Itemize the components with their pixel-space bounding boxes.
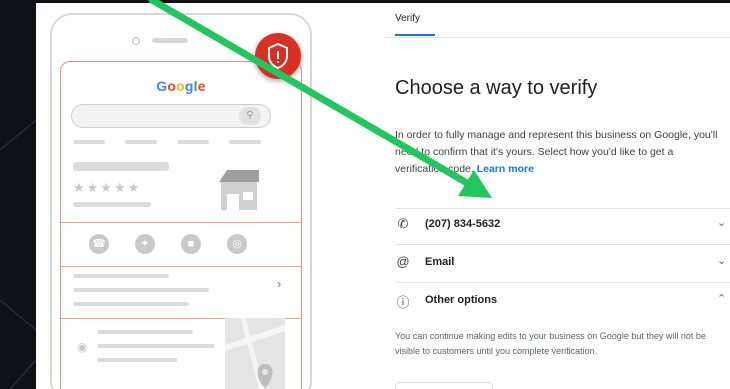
active-tab-indicator	[395, 34, 435, 36]
option-phone[interactable]: ✆ (207) 834-5632 ⌄	[395, 210, 730, 240]
mock-business-name	[73, 162, 169, 171]
intro-text: In order to fully manage and represent t…	[395, 127, 725, 178]
mock-text-line	[73, 274, 169, 278]
mock-text-line	[73, 288, 209, 292]
page-title: Choose a way to verify	[395, 77, 598, 99]
intro-body: In order to fully manage and represent t…	[395, 129, 718, 175]
verification-screen: Google ⚲ ★★★★★ ☎ ✦ ■ ◎ › ◉ Verify Choose…	[36, 3, 730, 389]
option-email-label: Email	[425, 256, 455, 268]
chevron-up-icon: ⌃	[717, 293, 727, 305]
option-divider	[395, 208, 730, 209]
phone-screen: Google ⚲ ★★★★★ ☎ ✦ ■ ◎ › ◉	[60, 61, 302, 389]
mock-divider	[61, 266, 301, 267]
mock-text-line	[177, 140, 209, 144]
mock-text-line	[97, 330, 193, 334]
phone-icon: ☎	[89, 234, 109, 254]
verification-footnote: You can continue making edits to your bu…	[395, 331, 706, 356]
chevron-down-icon: ⌄	[717, 255, 727, 267]
mock-text-line	[73, 202, 151, 207]
website-icon: ◎	[227, 234, 247, 254]
option-phone-label: (207) 834-5632	[425, 218, 501, 230]
learn-more-link[interactable]: Learn more	[477, 163, 534, 175]
chevron-down-icon: ⌄	[717, 217, 727, 229]
bookmark-icon: ■	[181, 234, 201, 254]
shield-alert-icon	[255, 33, 301, 79]
mock-rating-stars: ★★★★★	[73, 180, 142, 195]
chevron-right-icon: ›	[277, 276, 282, 291]
map-icon	[225, 318, 285, 389]
help-circle-icon: ⓘ	[396, 295, 410, 310]
mock-text-line	[125, 140, 157, 144]
option-other-label: Other options	[425, 294, 498, 306]
tab-divider	[385, 37, 730, 38]
continue-button[interactable]	[395, 382, 493, 389]
mock-text-line	[97, 344, 215, 348]
phone-icon: ✆	[397, 216, 409, 231]
mock-text-line	[97, 358, 177, 362]
phone-speaker	[152, 38, 188, 43]
option-divider	[395, 282, 730, 283]
phone-camera	[132, 37, 140, 45]
mock-text-line	[73, 140, 105, 144]
option-other[interactable]: ⓘ Other options ⌃	[395, 286, 730, 316]
mock-text-line	[229, 140, 261, 144]
tab-verify[interactable]: Verify	[395, 13, 420, 24]
mock-divider	[61, 222, 301, 223]
storefront-icon	[219, 170, 259, 210]
option-divider	[395, 244, 730, 245]
google-logo: Google	[156, 78, 206, 94]
location-pin-icon: ◉	[77, 340, 88, 354]
mock-text-line	[73, 302, 189, 306]
search-icon: ⚲	[239, 107, 261, 125]
option-email[interactable]: @ Email ⌄	[395, 248, 730, 278]
at-sign-icon: @	[396, 254, 410, 269]
directions-icon: ✦	[135, 234, 155, 254]
